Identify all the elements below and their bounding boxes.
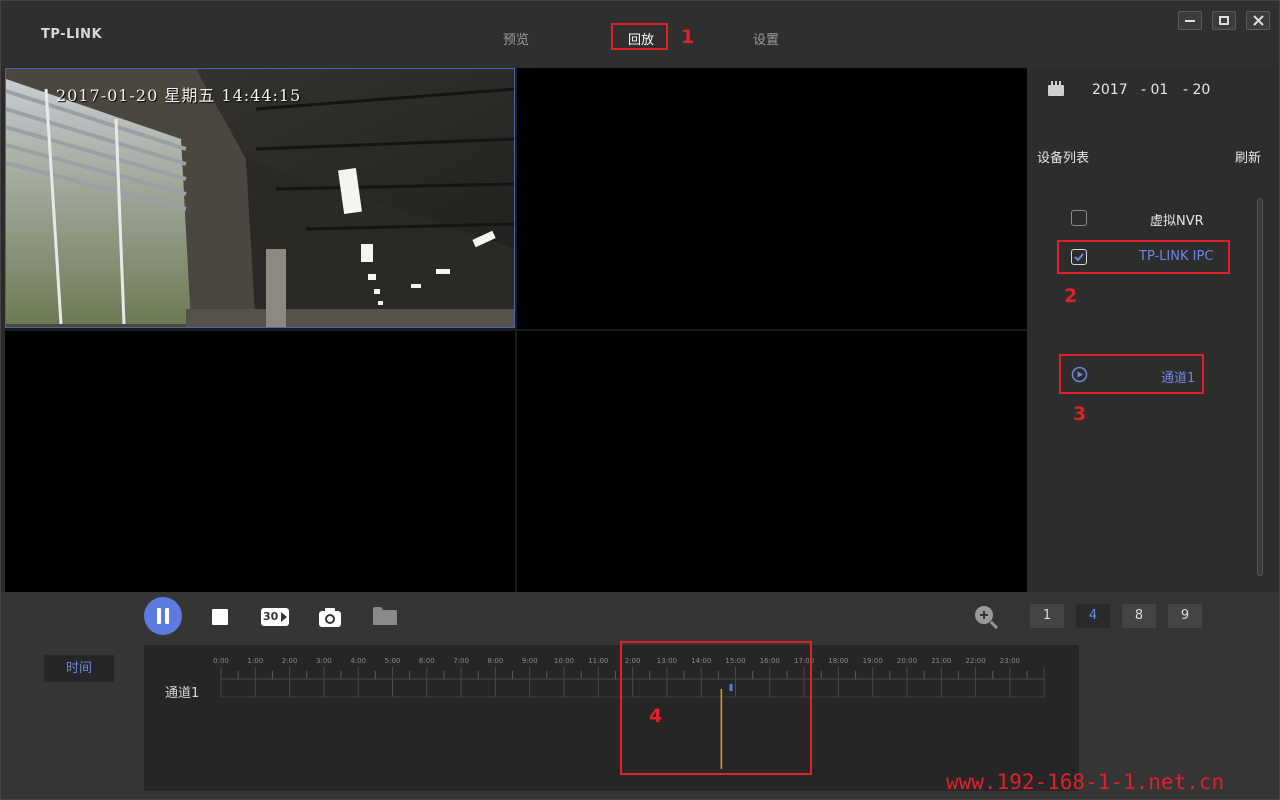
- replay-30-button[interactable]: 30: [261, 607, 289, 627]
- calendar-icon: [1048, 81, 1064, 96]
- tab-settings[interactable]: 设置: [753, 29, 779, 48]
- timeline-hour-label: 22:00: [965, 657, 986, 665]
- date-day[interactable]: - 20: [1183, 82, 1210, 98]
- date-month[interactable]: - 01: [1141, 82, 1168, 98]
- timeline-hour-label: 21:00: [931, 657, 952, 665]
- timeline-zoom-in-button[interactable]: [973, 604, 999, 630]
- device-name: 虚拟NVR: [1150, 214, 1204, 229]
- playback-timeline[interactable]: 0:00 1:00 2:00 3:00 4:00 5:00 6:00 7:00 8:00 9:00…: [144, 645, 1079, 791]
- stop-icon: [212, 609, 228, 625]
- osd-timestamp: 2017-01-20 星期五 14:44:15: [56, 86, 302, 105]
- timeline-hour-label: 2:00: [281, 657, 298, 665]
- timeline-hour-label: 20:00: [896, 657, 918, 665]
- video-cell-1[interactable]: 2017-01-20 星期五 14:44:15: [5, 68, 515, 328]
- date-picker[interactable]: 2017 - 01 - 20: [1027, 80, 1279, 104]
- timeline-channel-label: 通道1: [165, 686, 200, 701]
- timeline-hour-label: 18:00: [828, 657, 849, 665]
- pause-icon: [157, 608, 169, 624]
- minimize-icon: [1185, 20, 1195, 22]
- video-cell-2[interactable]: [517, 68, 1027, 329]
- side-panel: 2017 - 01 - 20 设备列表 刷新 虚拟NVR TP-LINK IPC…: [1027, 68, 1279, 592]
- close-button[interactable]: [1246, 11, 1270, 30]
- device-item-virtual-nvr[interactable]: 虚拟NVR: [1071, 210, 1251, 230]
- tab-preview[interactable]: 预览: [503, 29, 529, 48]
- timeline-hour-label: 1:00: [247, 657, 264, 665]
- timeline-hour-label: 0:00: [213, 657, 229, 665]
- annotation-number-1: 1: [681, 26, 695, 48]
- date-year[interactable]: 2017: [1092, 82, 1128, 98]
- video-cell-4[interactable]: [517, 331, 1027, 592]
- time-label[interactable]: 时间: [44, 655, 114, 682]
- timeline-hour-label: 8:00: [487, 657, 504, 665]
- timeline-hour-label: 19:00: [862, 657, 883, 665]
- camera-icon: [319, 608, 341, 627]
- snapshot-button[interactable]: [318, 606, 342, 628]
- video-grid: 2017-01-20 星期五 14:44:15: [5, 68, 1027, 592]
- timeline-hour-label: 9:00: [521, 657, 538, 665]
- folder-icon: [373, 607, 397, 625]
- timeline-hour-label: 3:00: [316, 657, 332, 665]
- device-list-title: 设备列表: [1037, 151, 1090, 166]
- annotation-number-3: 3: [1073, 403, 1087, 425]
- timeline-hour-label: 7:00: [453, 657, 469, 665]
- timeline-hour-label: 10:00: [553, 657, 575, 665]
- replay-30-label: 30: [263, 610, 279, 623]
- device-list-scrollbar[interactable]: [1257, 198, 1263, 576]
- pause-button[interactable]: [144, 597, 182, 635]
- camera-feed-image: [6, 69, 514, 327]
- annotation-box-3: [1059, 354, 1204, 394]
- device-checkbox[interactable]: [1071, 210, 1087, 226]
- timeline-hour-label: 5:00: [384, 657, 401, 665]
- refresh-button[interactable]: 刷新: [1235, 147, 1261, 166]
- annotation-box-1: [611, 23, 668, 50]
- timeline-hour-label: 4:00: [350, 657, 367, 665]
- split-8-button[interactable]: 8: [1122, 604, 1156, 628]
- timeline-hour-label: 6:00: [418, 657, 435, 665]
- timeline-ticks: [220, 667, 1045, 769]
- split-1-button[interactable]: 1: [1030, 604, 1064, 628]
- annotation-number-4: 4: [649, 705, 663, 727]
- zoom-in-icon: [975, 606, 999, 630]
- open-folder-button[interactable]: [372, 605, 398, 627]
- timeline-hour-label: 11:00: [588, 657, 609, 665]
- minimize-button[interactable]: [1178, 11, 1202, 30]
- tplink-logo: TP-LINK: [41, 27, 103, 42]
- maximize-icon: [1219, 16, 1229, 25]
- split-9-button[interactable]: 9: [1168, 604, 1202, 628]
- close-icon: [1253, 15, 1264, 26]
- site-watermark: www.192-168-1-1.net.cn: [946, 770, 1225, 794]
- timeline-hour-label: 23:00: [999, 657, 1020, 665]
- maximize-button[interactable]: [1212, 11, 1236, 30]
- annotation-number-2: 2: [1064, 285, 1078, 307]
- video-cell-3[interactable]: [5, 331, 515, 592]
- split-4-button[interactable]: 4: [1076, 604, 1110, 628]
- annotation-box-2: [1057, 240, 1230, 274]
- stop-button[interactable]: [211, 608, 229, 626]
